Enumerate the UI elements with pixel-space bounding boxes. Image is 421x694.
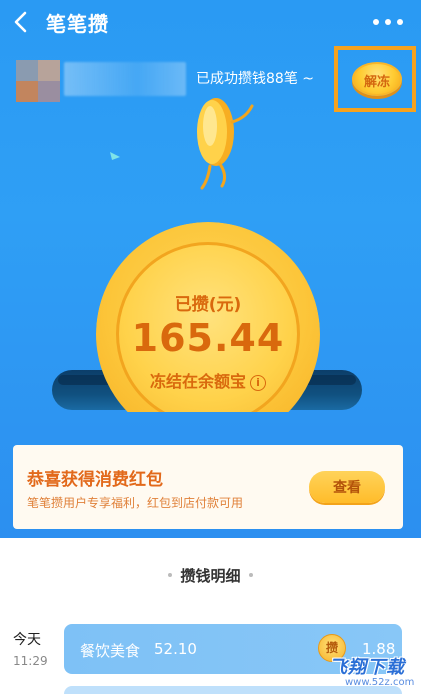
info-icon[interactable]: i bbox=[250, 375, 266, 391]
more-dots-icon[interactable] bbox=[373, 19, 403, 25]
unfreeze-highlight-box: 解冻 bbox=[334, 46, 416, 112]
view-button[interactable]: 查看 bbox=[309, 471, 385, 503]
details-section-title: 攒钱明细 bbox=[0, 565, 421, 586]
record-time: 11:29 bbox=[13, 654, 48, 668]
user-name-blurred bbox=[64, 62, 186, 96]
frozen-note-text: 冻结在余额宝 bbox=[149, 372, 246, 391]
card-description: 笔笔攒用户专享福利，红包到店付款可用 bbox=[27, 496, 244, 510]
view-button-label: 查看 bbox=[333, 480, 361, 496]
success-count-text: 已成功攒钱88笔 ~ bbox=[196, 71, 314, 87]
nav-header: 笔笔攒 bbox=[0, 0, 421, 44]
savings-coin: 已攒(元) 165.44 冻结在余额宝 i bbox=[96, 222, 320, 412]
frozen-note: 冻结在余额宝 i bbox=[96, 368, 320, 392]
details-title-text: 攒钱明细 bbox=[180, 567, 241, 585]
unfreeze-label: 解冻 bbox=[363, 75, 390, 90]
saved-amount: 165.44 bbox=[131, 316, 285, 360]
hero-section: 笔笔攒 已成功攒钱88笔 ~ 解冻 已攒(元) 165.44 冻结在余额宝i bbox=[0, 0, 421, 538]
flying-coin-icon bbox=[197, 98, 254, 190]
page-title: 笔笔攒 bbox=[46, 12, 109, 36]
card-title: 恭喜获得消费红包 bbox=[27, 470, 163, 490]
sparkle-icon bbox=[110, 152, 120, 160]
record-amount: 52.10 bbox=[154, 640, 197, 658]
watermark-main: 飞翔下载 bbox=[329, 657, 405, 678]
saved-label: 已攒(元) bbox=[174, 295, 242, 315]
avatar bbox=[16, 60, 60, 102]
chevron-left-icon[interactable] bbox=[10, 10, 32, 34]
watermark-logo: 飞翔下载 www.52z.com bbox=[325, 653, 415, 691]
unfreeze-button[interactable]: 解冻 bbox=[352, 62, 402, 96]
record-date: 今天 bbox=[13, 632, 41, 648]
watermark-url: www.52z.com bbox=[345, 677, 415, 688]
record-category: 餐饮美食 bbox=[80, 642, 141, 660]
red-packet-card: 恭喜获得消费红包 笔笔攒用户专享福利，红包到店付款可用 查看 bbox=[13, 445, 403, 529]
